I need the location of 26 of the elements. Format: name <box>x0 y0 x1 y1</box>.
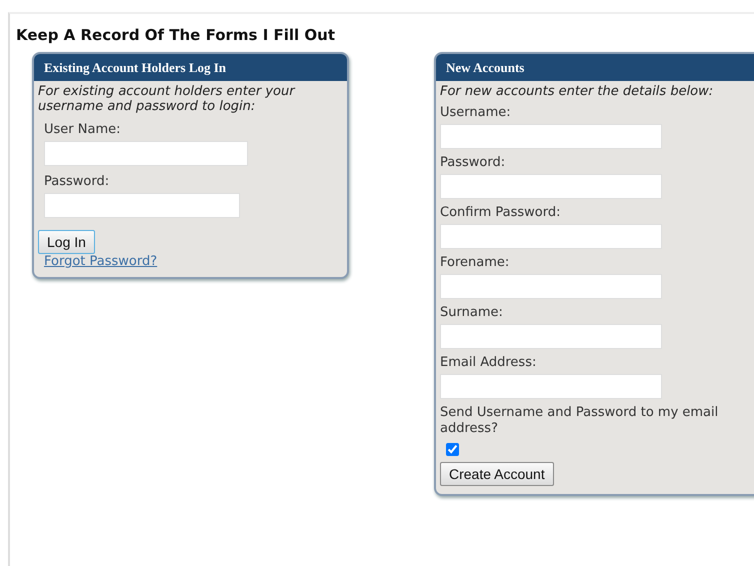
field-label: Username: <box>440 105 512 121</box>
input-field[interactable] <box>440 124 662 149</box>
forgot-password-link[interactable]: Forgot Password? <box>44 254 158 269</box>
page-heading: Keep A Record Of The Forms I Fill Out <box>16 26 335 44</box>
panel-title: Existing Account Holders Log In <box>34 54 347 81</box>
input-field[interactable] <box>44 141 248 166</box>
field-label: Password: <box>44 174 110 190</box>
instruction-text: For existing account holders enter your username and password to login: <box>38 84 296 114</box>
checkbox[interactable] <box>446 443 459 456</box>
input-field[interactable] <box>440 174 662 199</box>
log-in-button[interactable]: Log In <box>38 230 95 254</box>
input-field[interactable] <box>44 193 240 218</box>
input-field[interactable] <box>440 374 662 399</box>
input-field[interactable] <box>440 324 662 349</box>
create-account-button[interactable]: Create Account <box>440 462 554 486</box>
field-label: Password: <box>440 155 506 171</box>
field-label: Surname: <box>440 305 504 321</box>
field-label: User Name: <box>44 122 122 138</box>
panel-title: New Accounts <box>436 54 754 81</box>
field-label: Confirm Password: <box>440 205 562 221</box>
instruction-text: For new accounts enter the details below: <box>440 84 714 99</box>
input-field[interactable] <box>440 274 662 299</box>
input-field[interactable] <box>440 224 662 249</box>
field-label: Forename: <box>440 255 510 271</box>
field-label: Email Address: <box>440 355 538 371</box>
option-label: Send Username and Password to my email address? <box>440 405 720 437</box>
